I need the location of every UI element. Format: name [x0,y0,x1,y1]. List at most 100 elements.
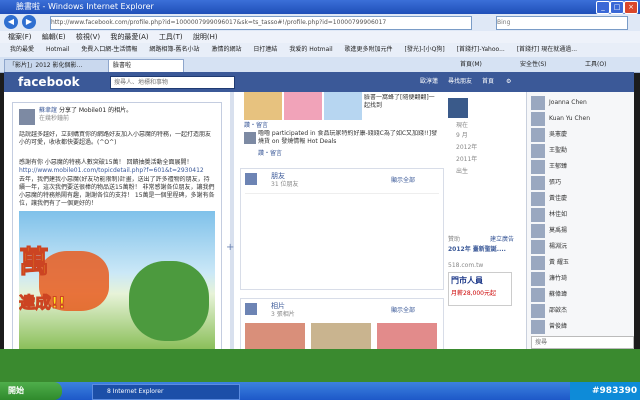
nav-home[interactable]: 首頁 [482,72,494,92]
settings-icon[interactable]: ⚙ [506,72,511,92]
tab-facebook[interactable]: 臉書啦 [108,59,184,72]
contact-name: 王郁臻 [549,163,568,170]
post-link[interactable]: http://www.mobile01.com/topicdetail.php?… [19,167,215,175]
favorite-item[interactable]: 我爱的 Hotmail [289,46,332,53]
mid-post-actions-2[interactable]: 讚・留言 [258,150,282,158]
chat-contact[interactable]: 楊淵沅 [531,240,631,256]
chat-contact[interactable]: 黃佳慶 [531,192,631,208]
minimize-icon[interactable]: _ [596,1,610,14]
menu-item[interactable]: 工具(T) [159,33,183,41]
search-input[interactable]: Bing [496,16,628,30]
timeline-year[interactable]: 2011年 [456,156,477,164]
forward-icon[interactable]: ▶ [22,15,36,29]
chat-contact[interactable]: 王郁臻 [531,160,631,176]
avatar [531,128,545,142]
menu-item[interactable]: 我的最愛(A) [110,33,148,41]
favorite-item[interactable]: 激情的網站 [211,46,241,53]
ad-headline[interactable]: 2012年 臺新聖誕.... [448,246,522,254]
post-author[interactable]: 蘇聿誼 [39,107,57,114]
friends-title[interactable]: 朋友 [271,171,285,181]
chat-contact[interactable]: Joanna Chen [531,96,631,112]
tab-video[interactable]: 「影片]」2012 影化個影... [4,59,110,72]
nav-find-friends[interactable]: 尋找朋友 [448,72,472,92]
safety-command[interactable]: 安全性(S) [520,59,547,71]
chat-contact[interactable]: 張巧 [531,176,631,192]
menu-item[interactable]: 編輯(E) [42,33,66,41]
chat-search-input[interactable]: 搜尋 [531,336,634,349]
photo-thumb[interactable] [245,323,305,349]
chat-contact[interactable]: 黃 耀玉 [531,256,631,272]
friends-show-all[interactable]: 顯示全部 [391,177,415,185]
avatar[interactable] [19,109,35,125]
avatar[interactable] [244,132,256,144]
avatar [531,272,545,286]
close-icon[interactable]: × [624,1,638,14]
address-bar: ◀ ▶ http://www.facebook.com/profile.php?… [0,14,640,31]
facebook-top-bar: facebook 搜尋人、地標和事物 歐淳蓮 尋找朋友 首頁 ⚙ [4,72,634,92]
favorite-item[interactable]: 網路相簿-舊名小站 [149,46,199,53]
timeline-year[interactable]: 9 月 [456,132,468,140]
chat-contact[interactable]: 王聖勳 [531,144,631,160]
friends-count: 31 位朋友 [271,181,299,188]
contact-name: 楊淵沅 [549,243,568,250]
photos-show-all[interactable]: 顯示全部 [391,307,415,315]
chat-contact[interactable]: 濂竹琦 [531,272,631,288]
mid-post-image[interactable] [244,92,282,120]
menu-item[interactable]: 檢視(V) [76,33,100,41]
menu-item[interactable]: 說明(H) [193,33,218,41]
chat-contact[interactable]: 吳憲慶 [531,128,631,144]
favorite-item[interactable]: [首錢打]-Yahoo... [457,46,505,53]
timeline-plus-icon[interactable]: + [226,242,234,253]
facebook-search-input[interactable]: 搜尋人、地標和事物 [110,76,235,89]
start-button[interactable]: 開始 [0,382,62,400]
menu-bar: 檔案(F) 編輯(E) 檢視(V) 我的最愛(A) 工具(T) 說明(H) [0,31,640,43]
favorite-item[interactable]: Hotmail [46,46,69,53]
post-time[interactable]: 在幾秒鐘前 [39,115,69,123]
contact-name: 吳憲慶 [549,131,568,138]
post-image[interactable]: 萬 達成!! [19,211,215,349]
back-icon[interactable]: ◀ [4,15,18,29]
chat-contact[interactable]: 曾俊緯 [531,320,631,336]
photo-thumb[interactable] [311,323,371,349]
home-command[interactable]: 首頁(M) [460,59,482,71]
chat-contact[interactable]: Kuan Yu Chen [531,112,631,128]
chat-contact[interactable]: 蘇偉瑋 [531,288,631,304]
photos-count: 3 張相片 [271,311,295,318]
facebook-page: facebook 搜尋人、地標和事物 歐淳蓮 尋找朋友 首頁 ⚙ 蘇聿誼 分享了… [4,72,634,349]
chat-contact[interactable]: 邵啟杰 [531,304,631,320]
favorite-item[interactable]: [發光]-[小Q狗] [404,46,444,53]
chat-contact[interactable]: 林佳如 [531,208,631,224]
timeline-year[interactable]: 現在 [456,122,468,130]
favorite-item[interactable]: 歌進更多附加元件 [345,46,393,53]
post-action: 分享了 Mobile01 的相片。 [58,107,133,114]
photos-title[interactable]: 相片 [271,301,285,311]
contact-name: 黃 耀玉 [549,259,569,266]
timeline-year[interactable]: 出生 [456,168,468,176]
nav-profile[interactable]: 歐淳蓮 [420,72,438,92]
favorite-item[interactable]: 免費入口網-生活情報 [81,46,137,53]
window-title-bar: 臉書啦 - Windows Internet Explorer _ □ × [0,0,640,14]
facebook-logo[interactable]: facebook [18,75,80,89]
timeline-divider [230,92,234,349]
ad-create[interactable]: 建立廣告 [490,236,514,244]
url-input[interactable]: http://www.facebook.com/profile.php?id=1… [50,16,472,30]
chat-contact[interactable]: 莫禹揚 [531,224,631,240]
taskbar-ie-item[interactable]: 8 Internet Explorer [92,384,240,400]
favorite-item[interactable]: 日打連結 [253,46,277,53]
mid-post-image-3[interactable] [324,92,362,120]
favorite-item[interactable]: [首錢打] 現在就通過... [517,46,577,53]
avatar [531,112,545,126]
menu-item[interactable]: 檔案(F) [8,33,32,41]
mid-post-image-2[interactable] [284,92,322,120]
favorite-item[interactable]: 我的最愛 [10,46,34,53]
avatar[interactable] [448,98,468,118]
tools-command[interactable]: 工具(O) [585,59,606,71]
photo-thumb[interactable] [377,323,437,349]
ad-image[interactable]: 門市人員 月薪28,000元起 [448,272,512,306]
mid-post-actions[interactable]: 讚・留言 [244,122,268,130]
contact-name: 黃佳慶 [549,195,568,202]
maximize-icon[interactable]: □ [610,1,624,14]
watermark-text: #983390 [592,386,638,396]
avatar [531,240,545,254]
timeline-year[interactable]: 2012年 [456,144,477,152]
